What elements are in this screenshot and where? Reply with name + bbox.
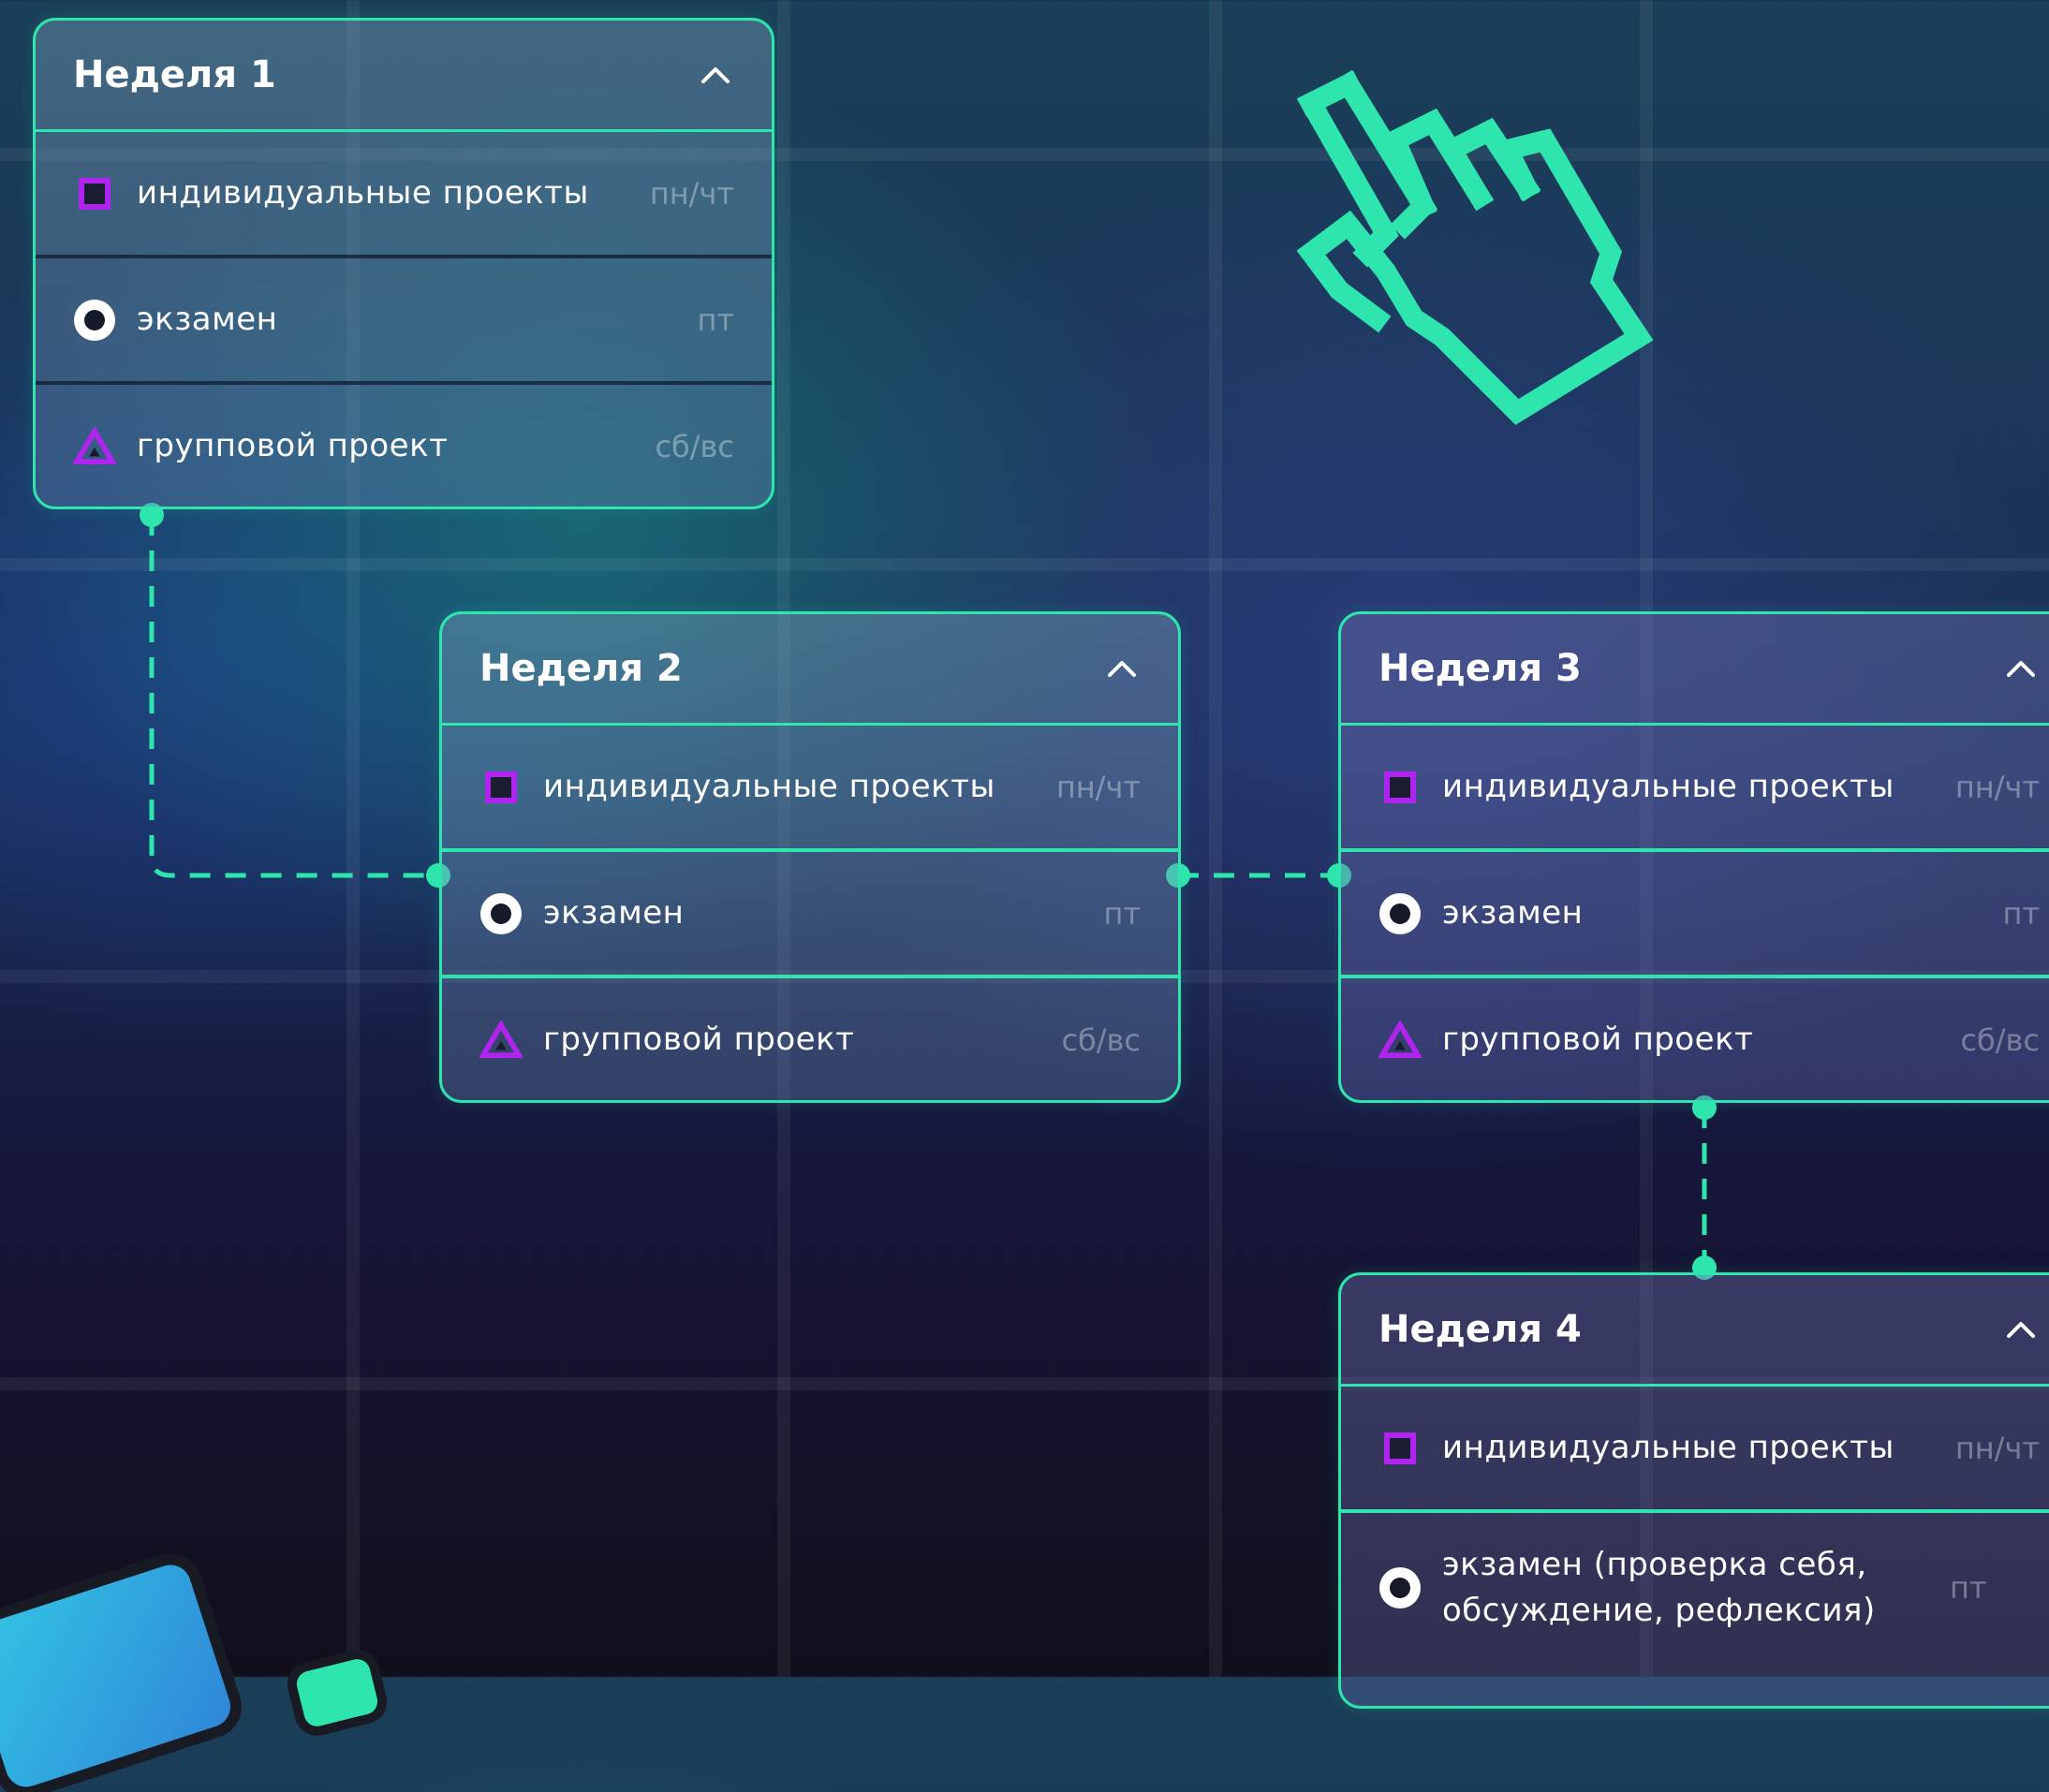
week-title: Неделя 1 bbox=[73, 53, 276, 96]
week-title: Неделя 3 bbox=[1378, 647, 1582, 690]
square-icon bbox=[479, 766, 523, 809]
item-label: групповой проект bbox=[1442, 1020, 1754, 1058]
item-days: пт bbox=[2002, 895, 2040, 932]
item-days: пт bbox=[697, 301, 734, 338]
week-card-header[interactable]: Неделя 4 bbox=[1341, 1275, 2049, 1387]
pixel-hand-cursor-icon bbox=[1296, 69, 1654, 425]
week-title: Неделя 4 bbox=[1378, 1308, 1582, 1351]
item-days: пн/чт bbox=[649, 175, 734, 212]
week-card-header[interactable]: Неделя 2 bbox=[442, 614, 1178, 726]
item-label: индивидуальные проекты bbox=[137, 173, 589, 212]
schedule-item[interactable]: индивидуальные проекты пн/чт bbox=[1341, 726, 2049, 852]
triangle-icon bbox=[479, 1019, 523, 1062]
triangle-icon bbox=[73, 425, 116, 468]
circle-icon bbox=[1378, 892, 1422, 935]
schedule-item[interactable]: групповой проект сб/вс bbox=[1341, 978, 2049, 1100]
schedule-item[interactable]: экзамен (проверка себя, обсуждение, рефл… bbox=[1341, 1513, 2049, 1663]
square-icon bbox=[73, 172, 116, 215]
schedule-item[interactable]: индивидуальные проекты пн/чт bbox=[1341, 1387, 2049, 1513]
chevron-up-icon[interactable] bbox=[2004, 652, 2038, 685]
item-days: пт bbox=[1103, 895, 1141, 932]
item-days: пт bbox=[1950, 1570, 1987, 1606]
item-label: индивидуальные проекты bbox=[543, 767, 995, 805]
schedule-item[interactable]: индивидуальные проекты пн/чт bbox=[442, 726, 1178, 852]
week-card-4[interactable]: Неделя 4 индивидуальные проекты пн/чт эк… bbox=[1338, 1272, 2049, 1709]
item-days: пн/чт bbox=[1954, 769, 2040, 805]
triangle-icon bbox=[1378, 1019, 1422, 1062]
item-days: сб/вс bbox=[1960, 1021, 2040, 1058]
week-card-2[interactable]: Неделя 2 индивидуальные проекты пн/чт эк… bbox=[439, 611, 1181, 1103]
square-icon bbox=[1378, 766, 1422, 809]
schedule-item[interactable]: экзамен пт bbox=[442, 852, 1178, 978]
week-title: Неделя 2 bbox=[479, 647, 683, 690]
item-days: пн/чт bbox=[1954, 1430, 2040, 1466]
item-label: индивидуальные проекты bbox=[1442, 1428, 1894, 1466]
item-label: групповой проект bbox=[543, 1020, 855, 1058]
item-label: индивидуальные проекты bbox=[1442, 767, 1894, 805]
week-card-1[interactable]: Неделя 1 индивидуальные проекты пн/чт эк… bbox=[33, 18, 774, 509]
item-label: экзамен bbox=[137, 300, 278, 338]
schedule-item[interactable]: групповой проект сб/вс bbox=[36, 385, 772, 507]
schedule-item[interactable]: экзамен пт bbox=[36, 258, 772, 385]
schedule-item[interactable]: индивидуальные проекты пн/чт bbox=[36, 132, 772, 258]
chevron-up-icon[interactable] bbox=[2004, 1313, 2038, 1346]
week-card-3[interactable]: Неделя 3 индивидуальные проекты пн/чт эк… bbox=[1338, 611, 2049, 1103]
item-days: пн/чт bbox=[1055, 769, 1141, 805]
circle-icon bbox=[479, 892, 523, 935]
week-card-header[interactable]: Неделя 1 bbox=[36, 21, 772, 132]
circle-icon bbox=[73, 299, 116, 342]
item-days: сб/вс bbox=[1061, 1021, 1141, 1058]
item-days: сб/вс bbox=[655, 428, 734, 464]
item-label: групповой проект bbox=[137, 426, 449, 464]
chevron-up-icon[interactable] bbox=[1105, 652, 1139, 685]
circle-icon bbox=[1378, 1566, 1422, 1609]
item-label: экзамен bbox=[1442, 893, 1584, 932]
week-card-header[interactable]: Неделя 3 bbox=[1341, 614, 2049, 726]
chevron-up-icon[interactable] bbox=[699, 58, 732, 92]
item-label: экзамен bbox=[543, 893, 685, 932]
item-label: экзамен (проверка себя, обсуждение, рефл… bbox=[1442, 1545, 1876, 1629]
square-icon bbox=[1378, 1427, 1422, 1470]
schedule-item[interactable]: групповой проект сб/вс bbox=[442, 978, 1178, 1100]
schedule-item[interactable]: экзамен пт bbox=[1341, 852, 2049, 978]
